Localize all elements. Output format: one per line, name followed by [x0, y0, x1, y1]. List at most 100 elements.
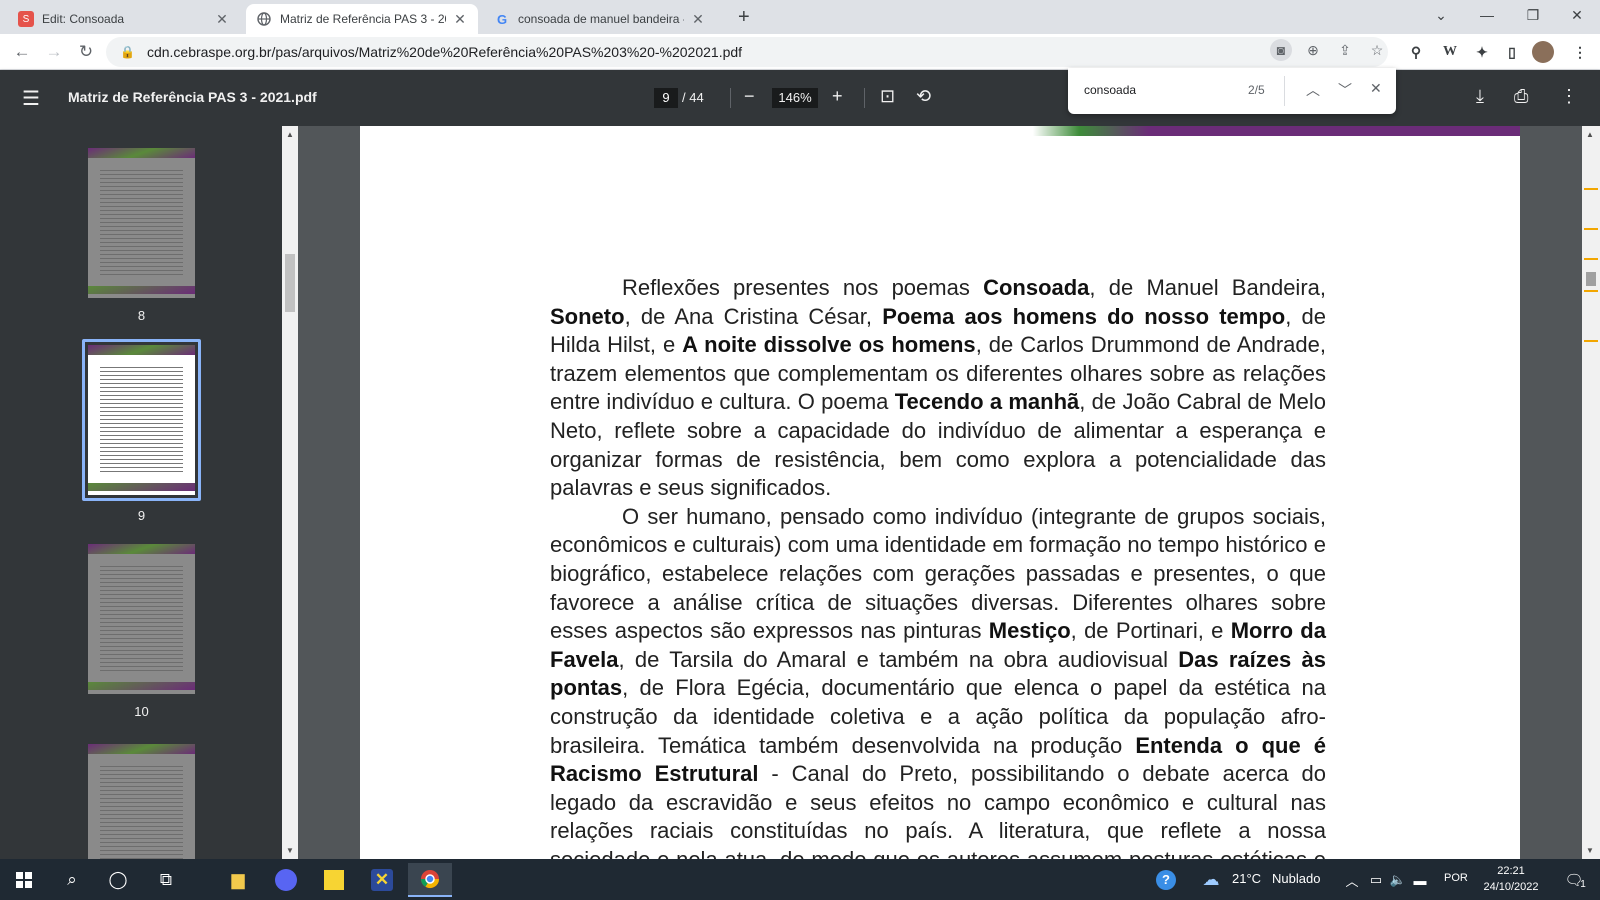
cloud-weather-icon[interactable]: ☁ [1196, 863, 1226, 897]
bold-title-text: Tecendo a manhã [894, 389, 1080, 415]
discord-icon[interactable] [264, 863, 308, 897]
task-view-icon[interactable]: ⧉ [144, 863, 188, 897]
page-text: Reflexões presentes nos poemas Consoada,… [550, 274, 1326, 859]
page-thumbnail-image [88, 744, 195, 859]
extensions-puzzle-icon[interactable]: ✦ [1472, 42, 1492, 62]
share-icon[interactable]: ⇪ [1334, 39, 1356, 61]
battery-icon[interactable]: ▬ [1410, 863, 1430, 897]
new-tab-button[interactable]: + [738, 6, 750, 29]
find-result-marker [1584, 188, 1598, 190]
show-hidden-icons-chevron-icon[interactable]: ︿ [1342, 863, 1362, 897]
pdf-title: Matriz de Referência PAS 3 - 2021.pdf [68, 89, 317, 105]
print-icon[interactable]: ⎙ [1514, 86, 1528, 107]
sticky-notes-icon[interactable] [312, 863, 356, 897]
thumbnail-page-10[interactable]: 10 [88, 544, 195, 719]
tab-matriz-pdf[interactable]: Matriz de Referência PAS 3 - 202 ✕ [246, 4, 478, 34]
tab-title: Edit: Consoada [42, 12, 125, 26]
browser-menu-icon[interactable]: ⋮ [1570, 42, 1590, 62]
main-scroll-thumb[interactable] [1586, 272, 1596, 286]
minimize-button[interactable]: — [1464, 0, 1510, 30]
app-x-icon[interactable]: ✕ [360, 863, 404, 897]
page-thumbnail-image [88, 148, 195, 298]
find-result-marker [1584, 340, 1598, 342]
page-header-stripe [360, 126, 1520, 136]
zoom-out-icon[interactable]: − [744, 86, 755, 107]
hamburger-menu-icon[interactable]: ☰ [22, 86, 40, 111]
body-text: , de Portinari, e [1070, 618, 1231, 644]
tab-search-chevron-icon[interactable]: ⌄ [1418, 0, 1464, 30]
main-scrollbar[interactable]: ▲ ▼ [1582, 126, 1600, 859]
help-icon[interactable]: ? [1152, 863, 1180, 897]
search-icon[interactable]: ⌕ [50, 863, 94, 897]
address-bar[interactable]: 🔒 cdn.cebraspe.org.br/pas/arquivos/Matri… [106, 37, 1388, 67]
forward-arrow-icon[interactable]: → [42, 40, 66, 64]
download-icon[interactable]: ⤓ [1476, 86, 1484, 107]
page-thumbnail-image [88, 544, 195, 694]
find-next-chevron-down-icon[interactable]: ﹀ [1338, 80, 1352, 100]
network-icon[interactable]: ▭ [1364, 863, 1388, 897]
find-close-icon[interactable]: ✕ [1370, 80, 1382, 97]
volume-icon[interactable]: 🔈 [1388, 863, 1408, 897]
page-thumbnail-image [88, 345, 195, 495]
sidebar-scroll-thumb[interactable] [285, 254, 295, 312]
cortana-icon[interactable]: ◯ [96, 863, 140, 897]
close-window-button[interactable]: ✕ [1554, 0, 1600, 30]
thumbnail-label: 8 [137, 308, 146, 323]
tab-title: Matriz de Referência PAS 3 - 202 [280, 12, 446, 26]
scroll-down-arrow-icon[interactable]: ▼ [1586, 846, 1594, 855]
close-tab-icon[interactable]: ✕ [690, 11, 706, 28]
thumbnail-sidebar: 8 9 10 [0, 126, 282, 859]
find-previous-chevron-up-icon[interactable]: ︿ [1306, 80, 1320, 100]
page-number-input[interactable]: 9 [654, 88, 678, 108]
weather-temperature: 21°C [1232, 871, 1262, 886]
close-tab-icon[interactable]: ✕ [452, 11, 468, 28]
windows-start-icon[interactable] [2, 863, 46, 897]
pdf-more-options-icon[interactable]: ⋮ [1560, 86, 1578, 107]
close-tab-icon[interactable]: ✕ [214, 11, 230, 28]
bold-title-text: A noite dissolve os homens [682, 332, 976, 358]
toolbar-divider [864, 88, 865, 108]
thumbnail-label: 9 [137, 508, 146, 523]
scroll-up-arrow-icon[interactable]: ▲ [286, 130, 294, 139]
sidebar-scrollbar[interactable]: ▲ ▼ [282, 126, 298, 859]
extension-pin-icon[interactable]: ⚲ [1406, 42, 1426, 62]
tab-edit-consoada[interactable]: S Edit: Consoada ✕ [8, 4, 240, 34]
pdf-page: Reflexões presentes nos poemas Consoada,… [360, 126, 1520, 859]
input-language[interactable]: POR [1444, 872, 1468, 884]
thumbnail-page-9[interactable]: 9 [88, 345, 195, 523]
chrome-icon[interactable] [408, 863, 452, 897]
clock-date[interactable]: 24/10/2022 [1478, 881, 1544, 893]
pdf-viewport: Reflexões presentes nos poemas Consoada,… [298, 126, 1582, 859]
zoom-level-input[interactable]: 146% [772, 88, 818, 108]
wikipedia-extension-icon[interactable]: W [1440, 42, 1460, 62]
profile-avatar[interactable] [1532, 41, 1554, 63]
bookmark-star-icon[interactable]: ☆ [1366, 39, 1388, 61]
find-input[interactable]: consoada [1084, 83, 1136, 97]
file-explorer-icon[interactable]: ▆ [216, 863, 260, 897]
google-icon: G [496, 11, 508, 27]
tab-google-search[interactable]: G consoada de manuel bandeira - ✕ [484, 4, 716, 34]
find-match-count: 2/5 [1248, 83, 1265, 97]
scroll-up-arrow-icon[interactable]: ▲ [1586, 130, 1594, 139]
notification-count: 1 [1580, 879, 1586, 890]
find-bar: consoada 2/5 ︿ ﹀ ✕ [1068, 68, 1396, 114]
clock-time[interactable]: 22:21 [1478, 865, 1544, 877]
side-panel-icon[interactable]: ▯ [1502, 42, 1522, 62]
zoom-icon[interactable]: ⊕ [1302, 39, 1324, 61]
reload-icon[interactable]: ↻ [74, 40, 98, 64]
tab-strip: S Edit: Consoada ✕ Matriz de Referência … [0, 0, 1600, 34]
rotate-icon[interactable]: ⟲ [916, 86, 931, 107]
zoom-in-icon[interactable]: + [832, 86, 843, 107]
thumbnail-page-8[interactable]: 8 [88, 148, 195, 323]
scroll-down-arrow-icon[interactable]: ▼ [286, 846, 294, 855]
taskbar: ⌕ ◯ ⧉ ▆ ✕ ? ☁ 21°C Nublado ︿ ▭ 🔈 ▬ POR 2… [0, 859, 1600, 900]
fit-to-page-icon[interactable]: ⊡ [880, 86, 895, 107]
body-text: , de Tarsila do Amaral e também na obra … [618, 646, 1179, 672]
restore-button[interactable]: ❐ [1510, 0, 1556, 30]
google-lens-icon[interactable]: ◙ [1270, 39, 1292, 61]
thumbnail-page-11[interactable] [88, 744, 195, 859]
back-arrow-icon[interactable]: ← [10, 40, 34, 64]
globe-icon [256, 11, 272, 27]
lock-icon[interactable]: 🔒 [120, 45, 135, 59]
find-divider [1284, 76, 1285, 106]
